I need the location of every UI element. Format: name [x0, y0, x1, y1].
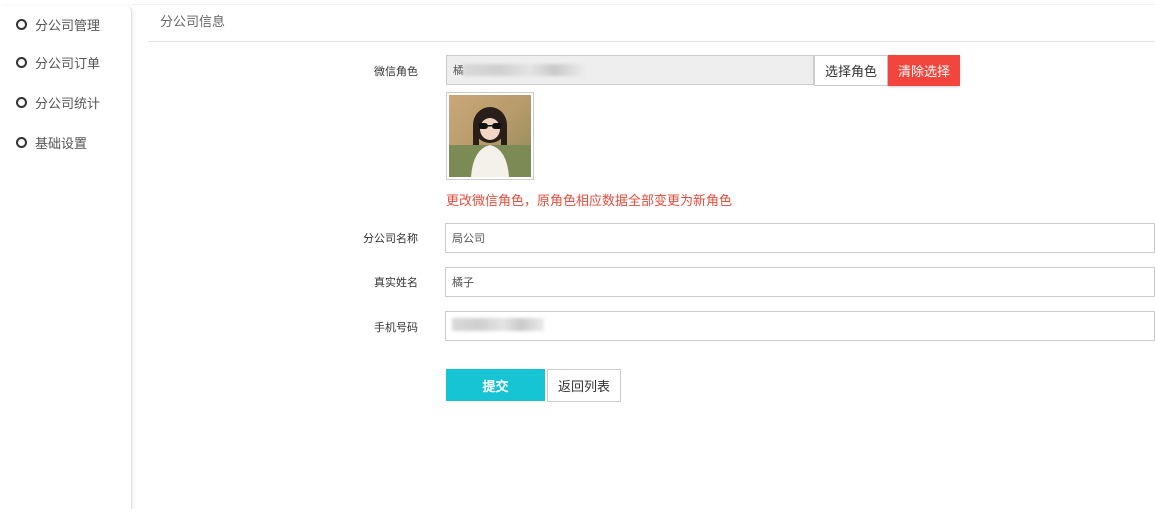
real-name-input[interactable]: 橘子 [445, 267, 1155, 297]
sidebar-item-label: 基础设置 [35, 136, 88, 152]
avatar-image [449, 95, 531, 177]
company-name-label: 分公司名称 [363, 232, 418, 245]
phone-input[interactable] [445, 311, 1155, 341]
sidebar-item-label: 分公司订单 [35, 56, 101, 72]
page-header: 分公司信息 [148, 0, 1155, 42]
sidebar-item-label: 分公司统计 [35, 96, 101, 112]
role-change-hint: 更改微信角色，原角色相应数据全部变更为新角色 [446, 194, 733, 209]
page-title: 分公司信息 [160, 15, 226, 30]
avatar [446, 92, 534, 180]
sidebar: 分公司管理 分公司订单 分公司统计 基础设置 [0, 6, 132, 509]
circle-icon [16, 136, 27, 148]
sidebar-item-label: 分公司管理 [35, 18, 101, 34]
real-name-label: 真实姓名 [374, 276, 418, 289]
sidebar-item-branch-management[interactable]: 分公司管理 [0, 6, 131, 42]
real-name-value: 橘子 [452, 276, 474, 289]
circle-icon [16, 96, 27, 108]
sidebar-item-basic-settings[interactable]: 基础设置 [0, 122, 131, 162]
company-name-value: 局公司 [452, 232, 485, 245]
select-role-button[interactable]: 选择角色 [814, 55, 888, 86]
sidebar-item-branch-orders[interactable]: 分公司订单 [0, 42, 131, 82]
redaction-blur [463, 64, 585, 76]
sidebar-item-branch-statistics[interactable]: 分公司统计 [0, 82, 131, 122]
wechat-role-label: 微信角色 [374, 65, 418, 78]
clear-selection-button[interactable]: 清除选择 [888, 55, 960, 86]
redaction-blur [452, 318, 544, 331]
circle-icon [16, 18, 27, 30]
company-name-input[interactable]: 局公司 [445, 223, 1155, 253]
submit-button[interactable]: 提交 [446, 369, 545, 401]
back-to-list-button[interactable]: 返回列表 [547, 369, 621, 402]
phone-label: 手机号码 [374, 321, 418, 334]
circle-icon [16, 56, 27, 68]
